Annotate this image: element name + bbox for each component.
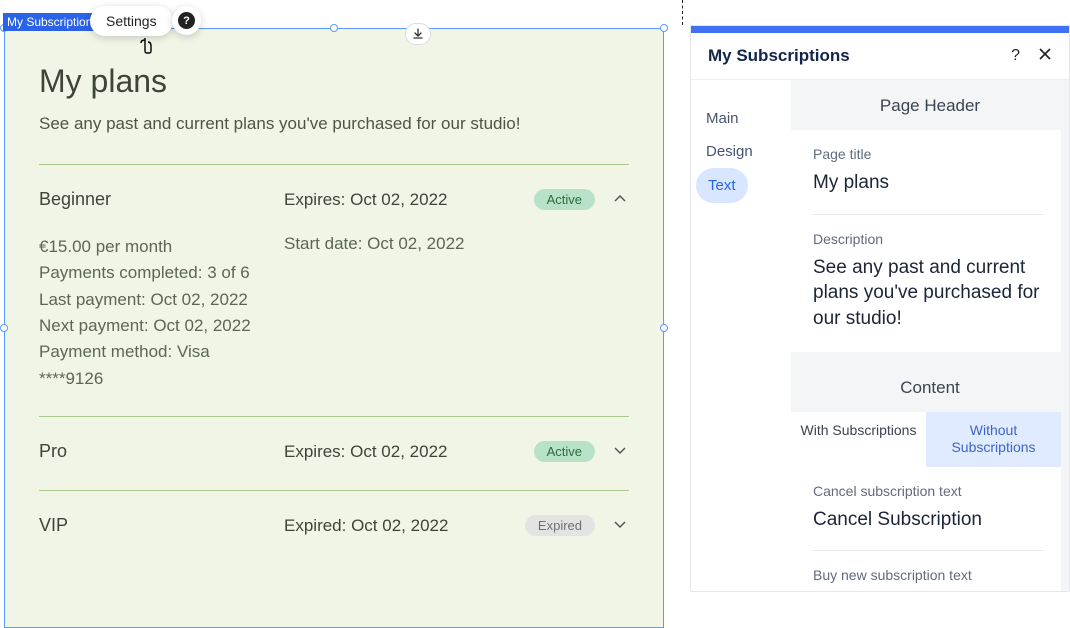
panel-form: Page Header Page title My plans Descript… — [791, 80, 1069, 591]
plan-expires: Expires: Oct 02, 2022 — [284, 442, 534, 462]
content-segmented: With Subscriptions Without Subscriptions — [791, 412, 1061, 467]
settings-button[interactable]: Settings — [90, 6, 173, 36]
plan-row[interactable]: Beginner Expires: Oct 02, 2022 Active — [39, 189, 629, 210]
question-icon: ? — [178, 12, 195, 29]
status-badge: Active — [534, 189, 595, 210]
content-card: Cancel subscription text Cancel Subscrip… — [791, 467, 1061, 591]
plan-row[interactable]: VIP Expired: Oct 02, 2022 Expired — [39, 515, 629, 536]
panel-header: My Subscriptions ? — [691, 33, 1069, 80]
editor-canvas: My Subscriptions Settings ? My plans See… — [0, 0, 682, 592]
field-label-description: Description — [813, 231, 1043, 247]
plan-payment-method-mask: ****9126 — [39, 366, 284, 392]
plan-payments: Payments completed: 3 of 6 — [39, 260, 284, 286]
panel-tabs: Main Design Text — [691, 80, 791, 591]
plan-row[interactable]: Pro Expires: Oct 02, 2022 Active — [39, 441, 629, 462]
page-title-input[interactable]: My plans — [813, 170, 1043, 196]
widget-preview: My plans See any past and current plans … — [5, 29, 663, 627]
cancel-text-input[interactable]: Cancel Subscription — [813, 507, 1043, 533]
panel-help-button[interactable]: ? — [1011, 47, 1020, 65]
plan-details: €15.00 per month Payments completed: 3 o… — [39, 234, 629, 392]
segment-with-subscriptions[interactable]: With Subscriptions — [791, 412, 926, 467]
plan-name: Beginner — [39, 189, 284, 210]
plan-last-payment: Last payment: Oct 02, 2022 — [39, 287, 284, 313]
plan-name: VIP — [39, 515, 284, 536]
field-label-page-title: Page title — [813, 146, 1043, 162]
widget-selection-frame[interactable]: My plans See any past and current plans … — [4, 28, 664, 628]
section-heading-page-header: Page Header — [791, 80, 1069, 130]
plan-name: Pro — [39, 441, 284, 462]
plan-expires: Expired: Oct 02, 2022 — [284, 516, 525, 536]
description-input[interactable]: See any past and current plans you've pu… — [813, 255, 1043, 332]
plan-next-payment: Next payment: Oct 02, 2022 — [39, 313, 284, 339]
panel-accent-bar — [691, 26, 1069, 33]
plan-item-vip: VIP Expired: Oct 02, 2022 Expired — [39, 491, 629, 560]
segment-without-subscriptions[interactable]: Without Subscriptions — [926, 412, 1061, 467]
page-description: See any past and current plans you've pu… — [39, 114, 629, 134]
page-title: My plans — [39, 63, 629, 100]
panel-title: My Subscriptions — [708, 46, 850, 66]
plan-item-pro: Pro Expires: Oct 02, 2022 Active — [39, 417, 629, 486]
section-heading-content: Content — [791, 362, 1069, 412]
plan-payment-method: Payment method: Visa — [39, 339, 284, 365]
tab-main[interactable]: Main — [706, 102, 739, 135]
plan-expires: Expires: Oct 02, 2022 — [284, 190, 534, 210]
chevron-up-icon[interactable] — [613, 191, 629, 209]
page-header-card: Page title My plans Description See any … — [791, 130, 1061, 352]
settings-panel: My Subscriptions ? Main Design Text Page… — [690, 25, 1070, 592]
plan-item-beginner: Beginner Expires: Oct 02, 2022 Active €1… — [39, 165, 629, 416]
plan-start-date: Start date: Oct 02, 2022 — [284, 234, 629, 254]
status-badge: Active — [534, 441, 595, 462]
help-button[interactable]: ? — [172, 6, 201, 35]
status-badge: Expired — [525, 515, 595, 536]
tab-design[interactable]: Design — [706, 135, 753, 168]
ruler-guide — [682, 0, 683, 25]
pointer-cursor-icon — [140, 37, 156, 55]
chevron-down-icon[interactable] — [613, 443, 629, 461]
chevron-down-icon[interactable] — [613, 517, 629, 535]
field-label-cancel-text: Cancel subscription text — [813, 483, 1043, 499]
tab-text[interactable]: Text — [696, 168, 748, 203]
panel-close-button[interactable] — [1038, 47, 1052, 66]
download-button[interactable] — [405, 23, 431, 45]
field-label-buy-text: Buy new subscription text — [813, 567, 1043, 583]
plan-price: €15.00 per month — [39, 234, 284, 260]
